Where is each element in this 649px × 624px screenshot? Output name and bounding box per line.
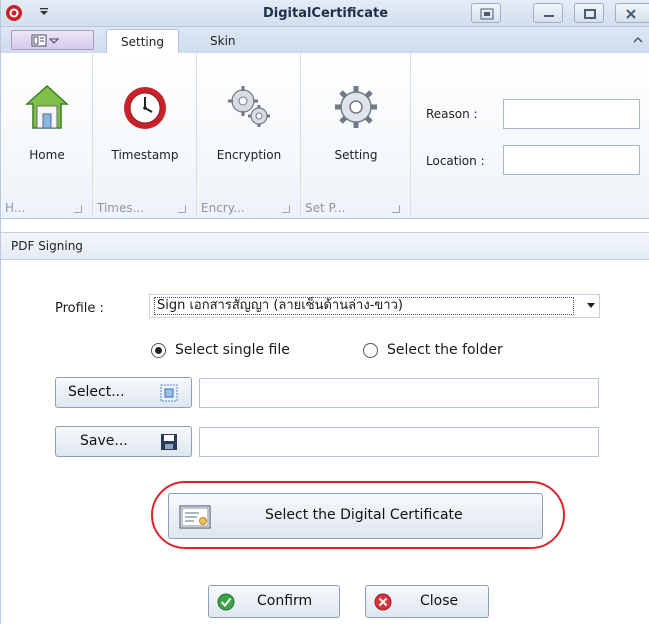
app-window: DigitalCertificate Setting Skin Home H..…: [0, 0, 649, 624]
minimize-icon: [544, 15, 554, 17]
tab-skin[interactable]: Skin: [196, 29, 250, 53]
radio-select-folder[interactable]: Select the folder: [363, 341, 553, 361]
gear-icon: [333, 84, 379, 134]
close-button-label: Close: [420, 593, 459, 609]
location-label: Location :: [426, 154, 485, 168]
group-caption-timestamp[interactable]: Times...: [93, 201, 196, 219]
group-caption-encryption-text: Encry...: [201, 201, 245, 215]
save-file-button[interactable]: Save...: [55, 426, 192, 457]
title-bar: DigitalCertificate: [1, 0, 649, 27]
checkmark-icon: [217, 593, 235, 615]
group-caption-timestamp-text: Times...: [97, 201, 145, 215]
group-caption-home-text: H...: [5, 201, 26, 215]
tab-setting[interactable]: Setting: [106, 29, 179, 54]
home-button-label: Home: [29, 148, 65, 162]
radio-select-single-file[interactable]: Select single file: [151, 341, 331, 361]
ribbon-panel: Home H... Timestamp Times... Encryption …: [1, 53, 649, 219]
setting-button-label: Setting: [334, 148, 378, 162]
certificate-icon: [179, 505, 211, 533]
ribbon-group-home: Home H...: [1, 53, 93, 219]
browse-file-icon: [160, 384, 178, 406]
save-button-label: Save...: [80, 433, 128, 449]
group-launcher-icon[interactable]: [282, 205, 290, 213]
profile-label: Profile :: [55, 301, 104, 316]
confirm-button[interactable]: Confirm: [208, 585, 340, 618]
ribbon-group-setting: Setting Set P...: [301, 53, 411, 219]
group-caption-setting-text: Set P...: [305, 201, 346, 215]
ribbon-group-encryption: Encryption Encry...: [197, 53, 301, 219]
minimize-button[interactable]: [533, 3, 563, 23]
select-digital-certificate-button[interactable]: Select the Digital Certificate: [168, 493, 543, 539]
encryption-button[interactable]: Encryption: [197, 53, 301, 171]
certificate-button-label: Select the Digital Certificate: [265, 507, 463, 523]
group-launcher-icon[interactable]: [74, 205, 82, 213]
close-icon: [626, 9, 636, 19]
pdf-signing-panel: Profile : Sign เอกสารสัญญา (ลายเซ็นด้านล…: [1, 261, 649, 624]
save-disk-icon: [160, 433, 178, 455]
radio-dot: [155, 347, 162, 354]
reason-label: Reason :: [426, 107, 478, 121]
gears-icon: [226, 84, 272, 132]
group-caption-encryption[interactable]: Encry...: [197, 201, 300, 219]
save-path-input[interactable]: [199, 427, 599, 457]
setting-button[interactable]: Setting: [301, 53, 411, 171]
maximize-view-button[interactable]: [471, 3, 501, 23]
radio-folder-label: Select the folder: [387, 342, 503, 358]
group-launcher-icon[interactable]: [392, 205, 400, 213]
clock-icon: [121, 84, 169, 136]
expand-view-icon: [480, 8, 494, 20]
group-caption-setting[interactable]: Set P...: [301, 201, 410, 219]
home-icon: [25, 84, 69, 134]
encryption-button-label: Encryption: [216, 148, 282, 162]
home-button[interactable]: Home: [1, 53, 93, 171]
timestamp-button-label: Timestamp: [111, 148, 179, 162]
collapse-ribbon-icon[interactable]: [630, 32, 646, 48]
radio-single-label: Select single file: [175, 342, 290, 358]
maximize-button[interactable]: [574, 3, 604, 23]
reason-input[interactable]: [503, 99, 640, 129]
ribbon-tab-row: Setting Skin: [1, 27, 649, 54]
radio-button-selected: [151, 343, 166, 358]
timestamp-button[interactable]: Timestamp: [93, 53, 197, 171]
confirm-button-label: Confirm: [257, 593, 313, 609]
application-menu-button[interactable]: [11, 30, 94, 50]
group-launcher-icon[interactable]: [178, 205, 186, 213]
ribbon-menu-icon: [31, 34, 60, 47]
chevron-down-icon: [587, 303, 595, 308]
close-x-icon: [374, 593, 392, 615]
ribbon-group-timestamp: Timestamp Times...: [93, 53, 197, 219]
location-input[interactable]: [503, 145, 640, 175]
profile-selected-value: Sign เอกสารสัญญา (ลายเซ็นด้านล่าง-ขาว): [154, 297, 574, 315]
radio-button-unselected: [363, 343, 378, 358]
select-button-label: Select...: [68, 384, 125, 400]
close-window-button[interactable]: [615, 3, 649, 23]
select-file-button[interactable]: Select...: [55, 377, 192, 408]
panel-title: PDF Signing: [1, 232, 649, 260]
maximize-icon: [584, 9, 596, 19]
profile-dropdown[interactable]: Sign เอกสารสัญญา (ลายเซ็นด้านล่าง-ขาว): [149, 294, 600, 318]
group-caption-home[interactable]: H...: [1, 201, 92, 219]
select-path-input[interactable]: [199, 378, 599, 408]
close-button[interactable]: Close: [365, 585, 489, 618]
